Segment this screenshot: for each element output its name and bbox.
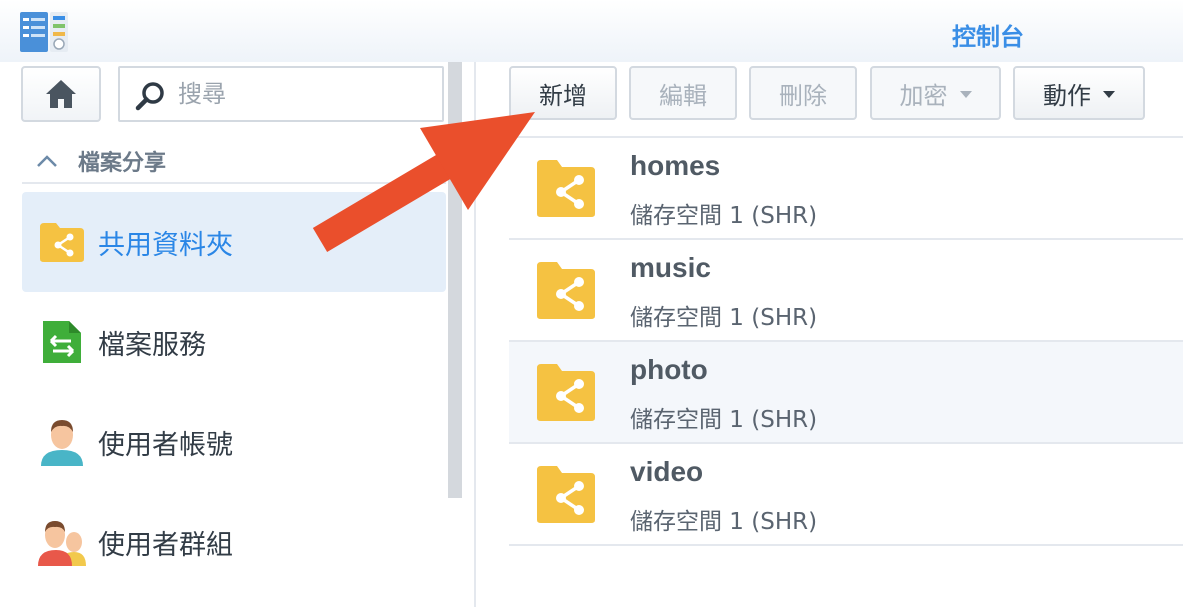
- title-bar: 控制台: [0, 0, 1183, 62]
- edit-label: 編輯: [659, 81, 707, 110]
- delete-button[interactable]: 刪除: [749, 66, 857, 120]
- search-input[interactable]: [178, 78, 428, 110]
- list-item-homes[interactable]: homes 儲存空間 1 (SHR): [509, 138, 1183, 240]
- caret-down-icon: [959, 90, 972, 98]
- folder-location: 儲存空間 1 (SHR): [630, 305, 818, 331]
- home-icon: [46, 80, 76, 108]
- window-title: 控制台: [952, 23, 1024, 51]
- action-dropdown-button[interactable]: 動作: [1013, 66, 1145, 120]
- home-button[interactable]: [21, 66, 101, 122]
- shared-folder-icon: [537, 466, 595, 523]
- create-button[interactable]: 新增: [509, 66, 617, 120]
- search-icon: [135, 82, 164, 111]
- chevron-up-icon: [37, 155, 57, 167]
- sidebar-item-user-group[interactable]: 使用者群組: [22, 492, 446, 592]
- sidebar-item-label: 使用者群組: [98, 529, 233, 561]
- list-item-music[interactable]: music 儲存空間 1 (SHR): [509, 240, 1183, 342]
- folder-location: 儲存空間 1 (SHR): [630, 407, 818, 433]
- toolbar: 新增 編輯 刪除 加密 動作: [478, 62, 1183, 138]
- edit-button[interactable]: 編輯: [629, 66, 737, 120]
- sidebar: 檔案分享 共用資料夾 檔案服務: [0, 62, 476, 607]
- sidebar-item-label: 共用資料夾: [98, 229, 233, 261]
- sidebar-scrollbar[interactable]: [448, 62, 462, 498]
- search-box[interactable]: [118, 66, 444, 122]
- control-panel-app-icon: [20, 12, 68, 52]
- create-label: 新增: [539, 81, 587, 110]
- shared-folder-icon: [537, 160, 595, 217]
- list-item-video[interactable]: video 儲存空間 1 (SHR): [509, 444, 1183, 546]
- folder-location: 儲存空間 1 (SHR): [630, 203, 818, 229]
- shared-folder-icon: [537, 262, 595, 319]
- sidebar-item-label: 使用者帳號: [98, 429, 233, 461]
- delete-label: 刪除: [779, 81, 827, 110]
- shared-folder-icon: [537, 364, 595, 421]
- sidebar-item-user-account[interactable]: 使用者帳號: [22, 392, 446, 492]
- file-services-icon: [38, 318, 86, 366]
- action-label: 動作: [1043, 81, 1091, 110]
- section-label: 檔案分享: [78, 151, 167, 176]
- sidebar-item-shared-folder[interactable]: 共用資料夾: [22, 192, 446, 292]
- folder-name: music: [630, 252, 711, 283]
- main-panel: 新增 編輯 刪除 加密 動作 homes 儲存空間 1 (SHR) music …: [478, 62, 1183, 607]
- user-group-icon: [38, 518, 86, 566]
- folder-name: homes: [630, 150, 721, 181]
- folder-location: 儲存空間 1 (SHR): [630, 509, 818, 535]
- sidebar-item-file-services[interactable]: 檔案服務: [22, 292, 446, 392]
- folder-name: photo: [630, 354, 708, 385]
- encrypt-label: 加密: [899, 81, 948, 110]
- folder-name: video: [630, 456, 704, 487]
- shared-folder-icon: [38, 218, 86, 266]
- list-item-photo[interactable]: photo 儲存空間 1 (SHR): [509, 342, 1183, 444]
- caret-down-icon: [1103, 90, 1115, 98]
- section-file-sharing[interactable]: 檔案分享: [22, 140, 446, 184]
- encrypt-dropdown-button[interactable]: 加密: [870, 66, 1001, 120]
- user-icon: [38, 418, 86, 466]
- sidebar-item-label: 檔案服務: [98, 329, 206, 361]
